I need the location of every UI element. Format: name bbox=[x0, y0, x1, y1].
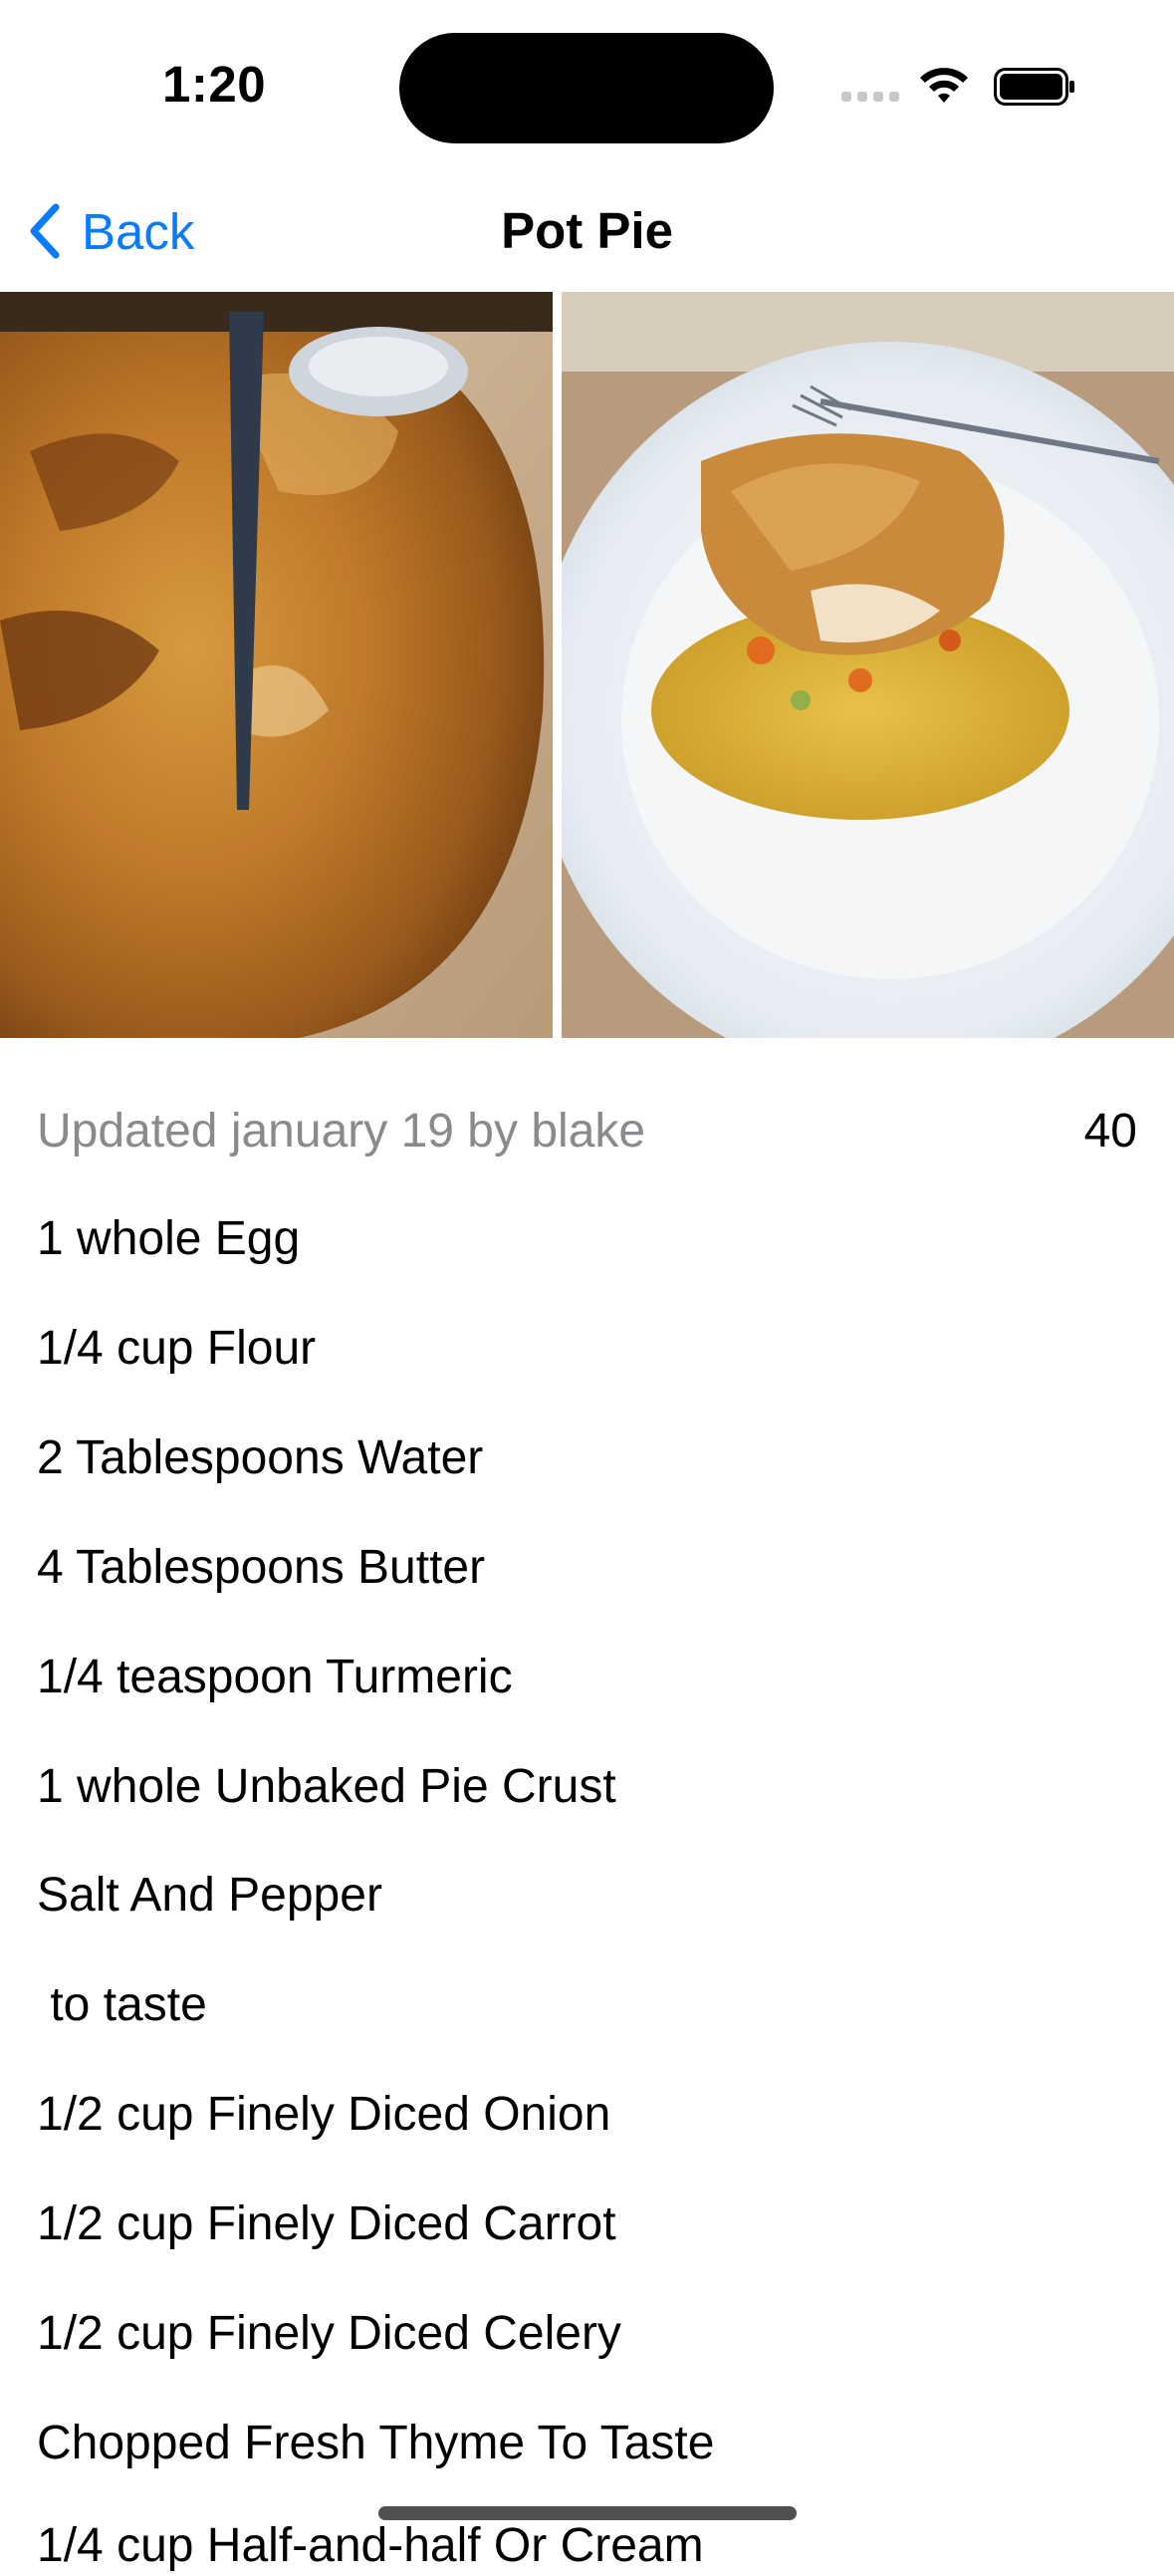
home-indicator[interactable] bbox=[378, 2506, 797, 2520]
recipe-count: 40 bbox=[1083, 1105, 1137, 1158]
wifi-icon bbox=[920, 68, 968, 103]
dynamic-island bbox=[399, 33, 774, 143]
ingredient-item: 1/2 cup Finely Diced Onion bbox=[37, 2088, 611, 2141]
ingredient-item: 2 Tablespoons Water bbox=[37, 1431, 484, 1484]
ingredient-item: Chopped Fresh Thyme To Taste bbox=[37, 2417, 715, 2469]
ingredient-item: 1/4 cup Flour bbox=[37, 1322, 317, 1375]
battery-icon bbox=[994, 68, 1074, 106]
pot-pie-dish-photo[interactable] bbox=[0, 292, 553, 1038]
ingredient-item: 1/4 cup Half-and-half Or Cream bbox=[37, 2519, 704, 2572]
pot-pie-plated-photo[interactable] bbox=[562, 292, 1174, 1038]
ingredient-item: 1/2 cup Finely Diced Celery bbox=[37, 2307, 621, 2360]
status-time: 1:20 bbox=[162, 56, 267, 113]
status-bar: 1:20 bbox=[0, 0, 1174, 169]
page-title: Pot Pie bbox=[501, 202, 673, 259]
ingredient-item: Salt And Pepper bbox=[37, 1869, 382, 1922]
ingredient-item: 4 Tablespoons Butter bbox=[37, 1541, 486, 1594]
ingredient-item: 1 whole Egg bbox=[37, 1212, 301, 1265]
navigation-bar: Back Pot Pie bbox=[0, 174, 1174, 284]
cellular-signal-icon bbox=[841, 92, 899, 102]
ingredient-item: to taste bbox=[37, 1978, 207, 2031]
ingredient-item: 1/4 teaspoon Turmeric bbox=[37, 1651, 513, 1703]
ingredient-item: 1/2 cup Finely Diced Carrot bbox=[37, 2197, 616, 2250]
recipe-meta-row: Updated january 19 by blake 40 bbox=[37, 1102, 1137, 1161]
updated-by-label: Updated january 19 by blake bbox=[37, 1105, 646, 1158]
photo-gallery[interactable] bbox=[0, 292, 1174, 1038]
ingredient-item: 1 whole Unbaked Pie Crust bbox=[37, 1760, 616, 1813]
